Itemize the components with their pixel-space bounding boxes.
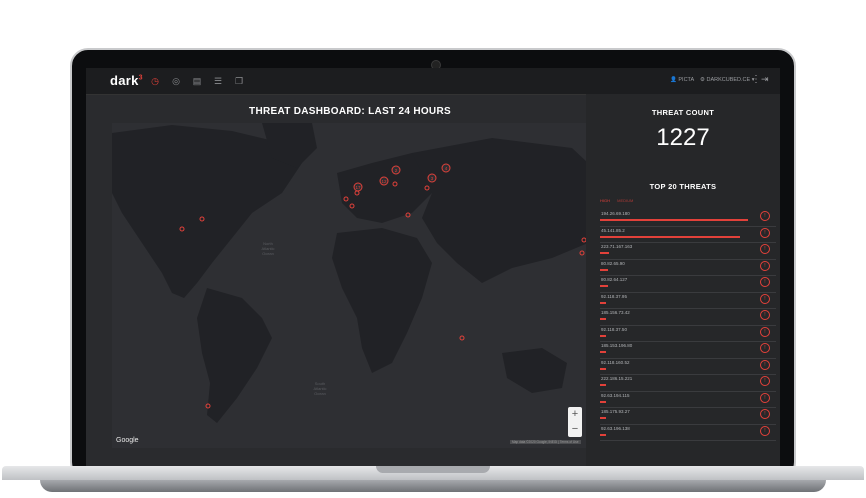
asia bbox=[412, 138, 588, 283]
alert-icon[interactable]: ! bbox=[760, 293, 770, 304]
legend-high: HIGH bbox=[600, 198, 610, 203]
alert-icon[interactable]: ! bbox=[760, 359, 770, 370]
svg-text:Ocean: Ocean bbox=[314, 391, 326, 396]
threat-row[interactable]: 80.82.65.90! bbox=[600, 260, 776, 276]
threat-ip: 185.156.73.42 bbox=[601, 310, 630, 315]
threat-map[interactable]: North Atlantic Ocean South Atlantic Ocea… bbox=[112, 123, 588, 448]
alert-icon[interactable]: ! bbox=[760, 227, 770, 238]
alert-icon[interactable]: ! bbox=[760, 244, 770, 254]
copy-icon[interactable]: ❐ bbox=[234, 76, 244, 86]
alert-icon[interactable]: ! bbox=[760, 326, 770, 337]
globe-icon[interactable]: ◎ bbox=[171, 76, 181, 86]
threat-score-bar bbox=[600, 318, 607, 320]
threat-score-bar bbox=[600, 285, 608, 287]
threat-ip: 80.82.65.90 bbox=[601, 260, 625, 266]
threat-ip: 45.141.85.2 bbox=[601, 227, 625, 233]
threat-point bbox=[579, 250, 585, 256]
threat-score-bar bbox=[600, 252, 610, 254]
sliders-icon[interactable]: ☰ bbox=[213, 76, 223, 86]
threat-score-bar bbox=[600, 334, 607, 337]
threat-ip: 92.63.196.138 bbox=[601, 425, 630, 431]
threat-ip: 194.26.69.180 bbox=[601, 211, 630, 216]
laptop-base bbox=[0, 466, 866, 498]
top-threats-title: TOP 20 THREATS bbox=[649, 182, 717, 191]
threat-ip: 92.118.37.50 bbox=[601, 326, 627, 332]
australia bbox=[502, 348, 567, 393]
threat-ip: 185.175.93.27 bbox=[601, 409, 630, 414]
threat-row[interactable]: 222.186.15.221! bbox=[600, 375, 776, 392]
threat-row[interactable]: 92.118.160.52! bbox=[600, 359, 776, 375]
legend-medium: MEDIUM bbox=[617, 198, 634, 203]
screen: dark3 ◷ ◎ ▤ ☰ ❐ 👤 PICTA ⚙ DARKCUBED.CE ▾… bbox=[86, 68, 780, 466]
map-attribution[interactable]: Map data ©2020 Google, INEGI | Terms of … bbox=[510, 440, 581, 444]
threat-score-bar bbox=[600, 351, 607, 353]
cluster-label: 17 bbox=[355, 185, 361, 190]
threat-score-bar bbox=[600, 235, 741, 238]
more-menu-icon[interactable]: ⋮ bbox=[751, 74, 761, 85]
logo[interactable]: dark3 bbox=[110, 73, 143, 88]
zoom-in-button[interactable]: + bbox=[568, 407, 582, 422]
threat-count-title: THREAT COUNT bbox=[651, 108, 715, 117]
zoom-controls: + − bbox=[568, 407, 582, 437]
threat-score-bar bbox=[600, 301, 607, 304]
threat-score-bar bbox=[600, 417, 607, 419]
google-logo: Google bbox=[116, 437, 139, 444]
zoom-out-button[interactable]: − bbox=[568, 422, 582, 437]
alert-icon[interactable]: ! bbox=[760, 409, 770, 419]
threat-ip: 92.63.194.115 bbox=[601, 392, 630, 398]
logout-icon[interactable]: ⇥ bbox=[761, 74, 769, 85]
threat-row[interactable]: 92.118.37.50! bbox=[600, 326, 776, 342]
alert-icon[interactable]: ! bbox=[760, 343, 770, 353]
dashboard-icon[interactable]: ◷ bbox=[150, 76, 160, 86]
threat-ip: 92.118.37.95 bbox=[601, 293, 627, 299]
threat-row[interactable]: 185.153.196.80! bbox=[600, 342, 776, 359]
top-navbar: dark3 ◷ ◎ ▤ ☰ ❐ 👤 PICTA ⚙ DARKCUBED.CE ▾… bbox=[86, 68, 780, 95]
alert-icon[interactable]: ! bbox=[760, 260, 770, 271]
threat-ip: 185.153.196.80 bbox=[601, 343, 633, 348]
world-map-svg: North Atlantic Ocean South Atlantic Ocea… bbox=[112, 123, 588, 423]
alert-icon[interactable]: ! bbox=[760, 376, 770, 386]
alert-icon[interactable]: ! bbox=[760, 211, 770, 221]
threat-row[interactable]: 185.175.93.27! bbox=[600, 408, 776, 425]
threat-score-bar bbox=[600, 400, 607, 403]
threat-ip: 80.82.64.127 bbox=[601, 277, 628, 282]
threat-row[interactable]: 92.63.196.138! bbox=[600, 425, 776, 441]
alert-icon[interactable]: ! bbox=[760, 310, 770, 320]
severity-legend: HIGH MEDIUM bbox=[600, 198, 639, 203]
threat-score-bar bbox=[600, 219, 749, 221]
threat-count-value: 1227 bbox=[656, 124, 710, 151]
threat-sidebar: THREAT COUNT 1227 TOP 20 THREATS HIGH ME… bbox=[586, 94, 780, 466]
alert-icon[interactable]: ! bbox=[760, 277, 770, 287]
threat-score-bar bbox=[600, 367, 607, 370]
threat-row[interactable]: 194.26.69.180! bbox=[600, 210, 776, 227]
south-america bbox=[197, 288, 272, 423]
threat-score-bar bbox=[600, 384, 607, 386]
alert-icon[interactable]: ! bbox=[760, 392, 770, 403]
africa bbox=[332, 228, 432, 373]
document-icon[interactable]: ▤ bbox=[192, 76, 202, 86]
threat-ip: 92.118.160.52 bbox=[601, 359, 630, 365]
threat-row[interactable]: 223.71.167.163! bbox=[600, 243, 776, 260]
threat-row[interactable]: 185.156.73.42! bbox=[600, 309, 776, 326]
threat-row[interactable]: 45.141.85.2! bbox=[600, 227, 776, 243]
threat-row[interactable]: 92.118.37.95! bbox=[600, 293, 776, 309]
user-menu[interactable]: 👤 PICTA bbox=[670, 77, 694, 83]
threat-row[interactable]: 80.82.64.127! bbox=[600, 276, 776, 293]
svg-text:Ocean: Ocean bbox=[262, 251, 274, 256]
threat-ip: 222.186.15.221 bbox=[601, 376, 633, 381]
alert-icon[interactable]: ! bbox=[760, 425, 770, 436]
threat-point bbox=[459, 335, 465, 341]
cluster-label: 12 bbox=[381, 179, 387, 184]
page-title: THREAT DASHBOARD: LAST 24 HOURS bbox=[249, 106, 451, 117]
threat-list: 194.26.69.180! 45.141.85.2! 223.71.167.163… bbox=[600, 210, 776, 441]
threat-ip: 223.71.167.163 bbox=[601, 244, 633, 249]
threat-score-bar bbox=[600, 433, 607, 436]
threat-score-bar bbox=[600, 268, 608, 271]
threat-row[interactable]: 92.63.194.115! bbox=[600, 392, 776, 408]
org-dropdown[interactable]: ⚙ DARKCUBED.CE ▾ bbox=[700, 77, 754, 83]
